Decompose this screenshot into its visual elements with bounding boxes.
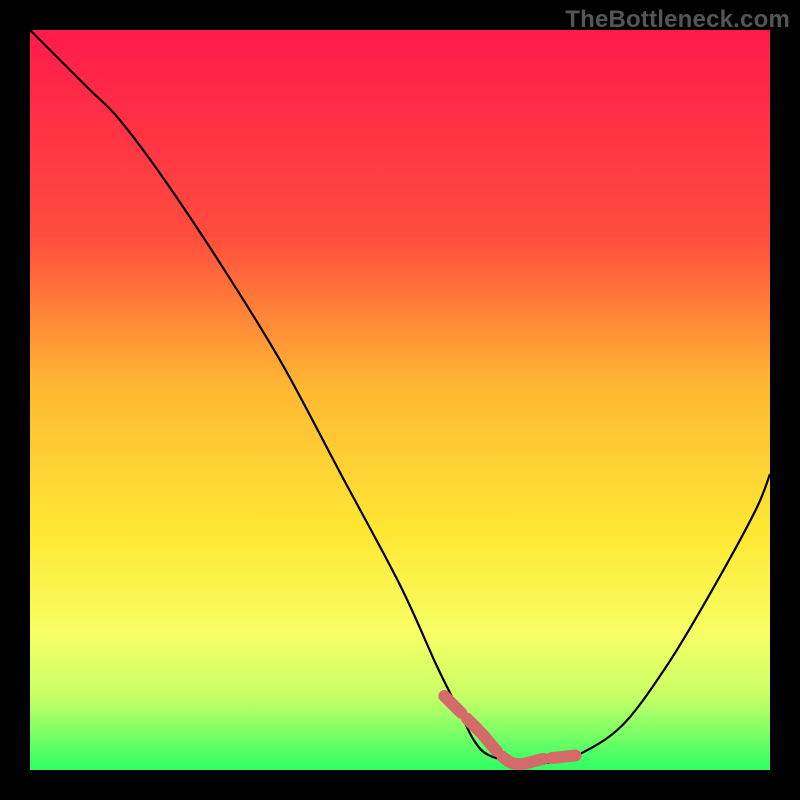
chart-container: TheBottleneck.com (0, 0, 800, 800)
chart-svg (30, 30, 770, 770)
plot-area (30, 30, 770, 770)
gradient-background (30, 30, 770, 770)
